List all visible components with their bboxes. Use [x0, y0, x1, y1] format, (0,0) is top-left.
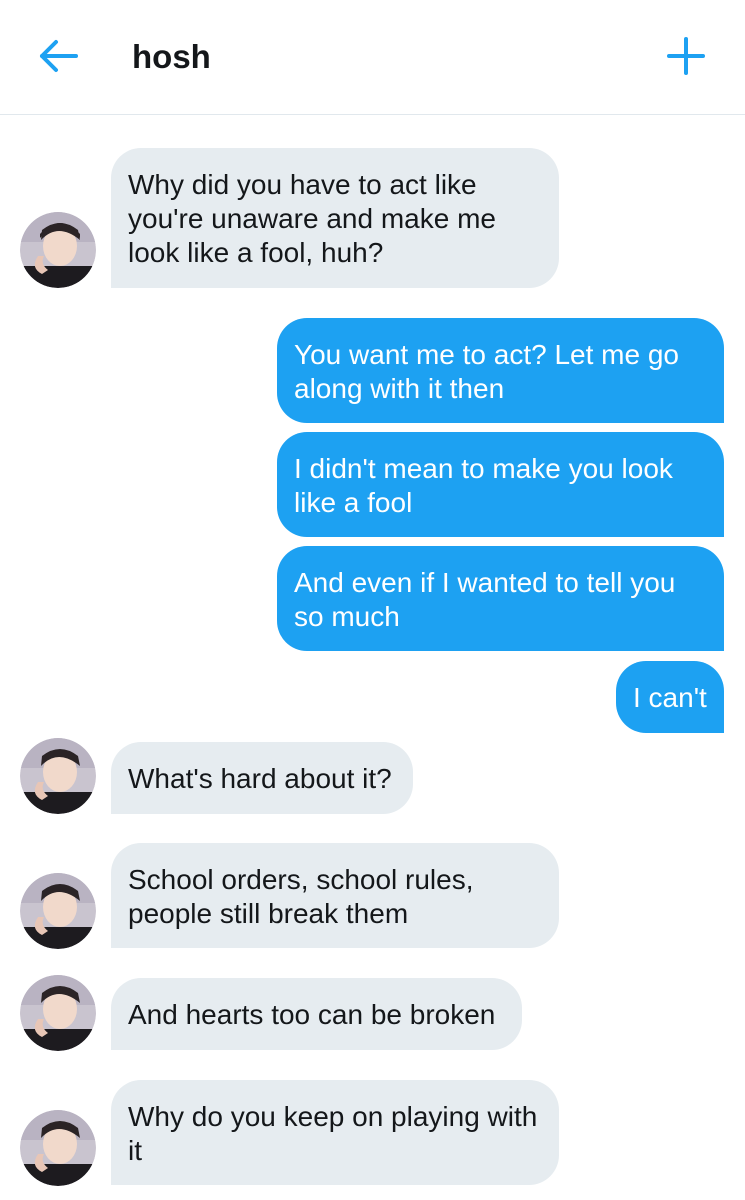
plus-icon — [667, 37, 705, 75]
message-text: I can't — [633, 682, 707, 713]
avatar-photo — [20, 873, 96, 949]
avatar-photo — [20, 1110, 96, 1186]
message-text: And hearts too can be broken — [128, 999, 496, 1030]
contact-avatar[interactable] — [20, 1110, 96, 1186]
message-text: I didn't mean to make you look like a fo… — [294, 453, 673, 518]
message-bubble-outgoing[interactable]: I can't — [616, 661, 724, 733]
new-message-button[interactable] — [666, 36, 706, 76]
contact-avatar[interactable] — [20, 975, 96, 1051]
message-text: And even if I wanted to tell you so much — [294, 567, 676, 632]
contact-avatar[interactable] — [20, 873, 96, 949]
message-text: You want me to act? Let me go along with… — [294, 339, 679, 404]
message-text: Why did you have to act like you're unaw… — [128, 169, 496, 268]
message-bubble-incoming[interactable]: School orders, school rules, people stil… — [111, 843, 559, 948]
avatar-photo — [20, 975, 96, 1051]
message-bubble-outgoing[interactable]: You want me to act? Let me go along with… — [277, 318, 724, 423]
message-bubble-incoming[interactable]: And hearts too can be broken — [111, 978, 522, 1050]
arrow-left-icon — [40, 40, 78, 72]
message-text: What's hard about it? — [128, 763, 392, 794]
message-bubble-outgoing[interactable]: I didn't mean to make you look like a fo… — [277, 432, 724, 537]
conversation-title: hosh — [132, 38, 211, 75]
message-bubble-outgoing[interactable]: And even if I wanted to tell you so much — [277, 546, 724, 651]
avatar-photo — [20, 738, 96, 814]
message-bubble-incoming[interactable]: Why do you keep on playing with it — [111, 1080, 559, 1185]
message-bubble-incoming[interactable]: What's hard about it? — [111, 742, 413, 814]
contact-avatar[interactable] — [20, 738, 96, 814]
contact-avatar[interactable] — [20, 212, 96, 288]
conversation-header: hosh — [0, 0, 745, 115]
message-bubble-incoming[interactable]: Why did you have to act like you're unaw… — [111, 148, 559, 288]
back-button[interactable] — [36, 36, 80, 76]
avatar-photo — [20, 212, 96, 288]
message-text: Why do you keep on playing with it — [128, 1101, 538, 1166]
message-text: School orders, school rules, people stil… — [128, 864, 474, 929]
